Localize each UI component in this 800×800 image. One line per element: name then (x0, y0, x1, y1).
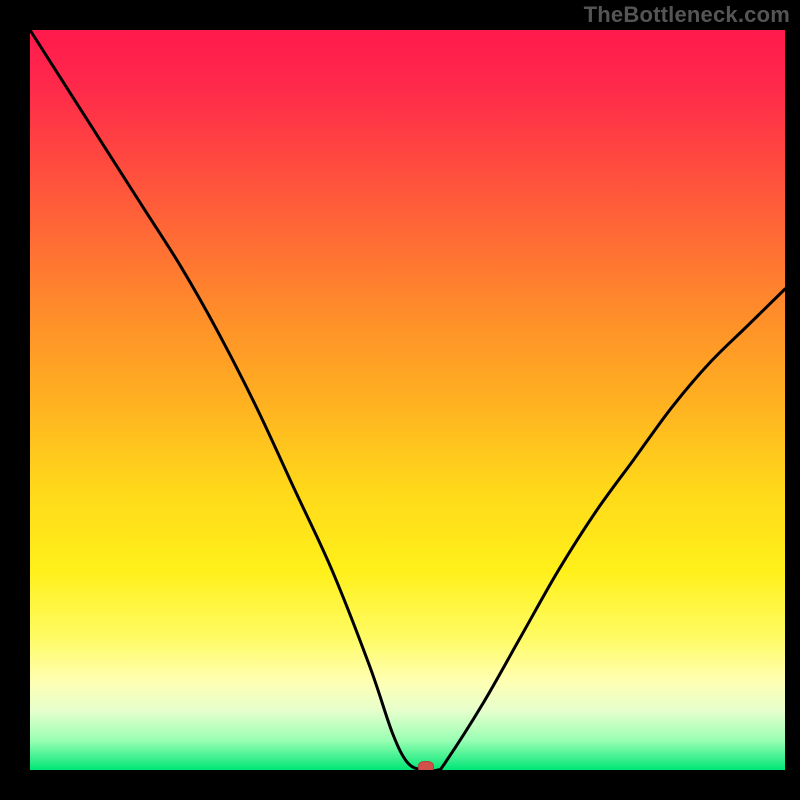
bottleneck-curve (30, 30, 785, 770)
chart-frame: TheBottleneck.com (0, 0, 800, 800)
optimal-point-marker (418, 761, 434, 770)
plot-area (30, 30, 785, 770)
watermark-text: TheBottleneck.com (584, 2, 790, 28)
curve-path (30, 30, 785, 770)
